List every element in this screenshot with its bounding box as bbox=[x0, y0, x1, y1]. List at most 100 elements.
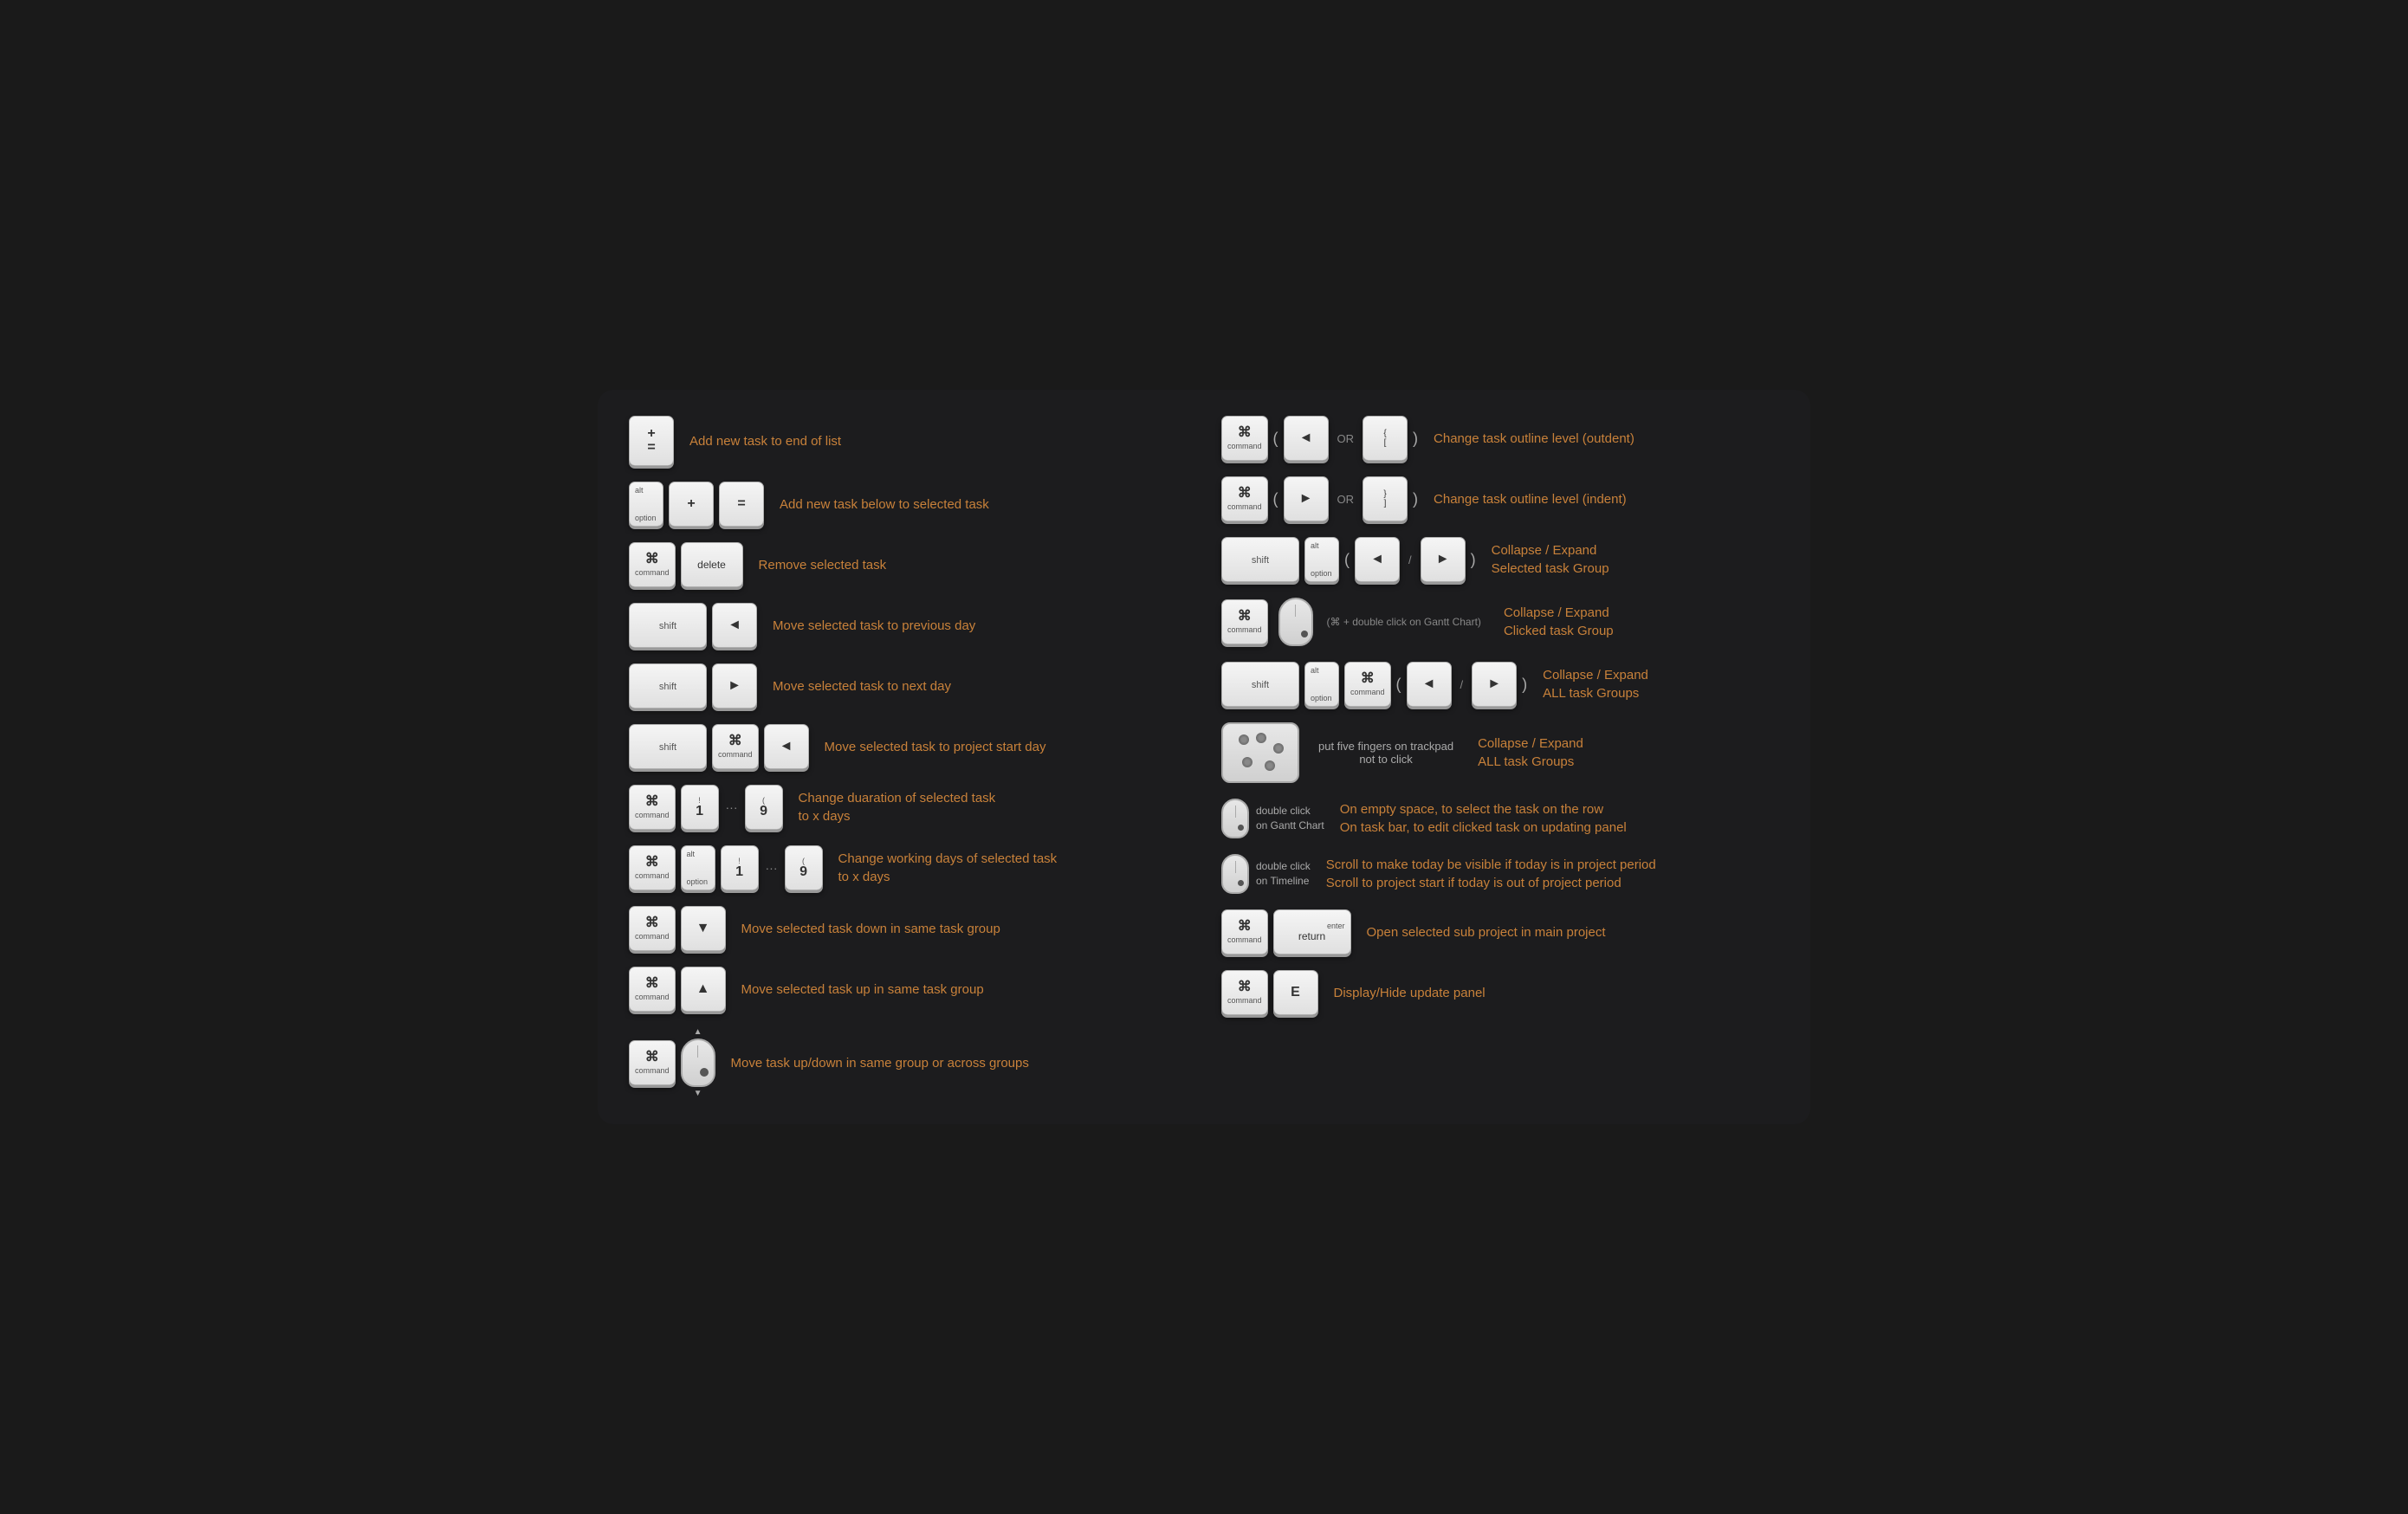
key-cmd-down: ⌘ command bbox=[629, 906, 676, 951]
mouse-label-gantt: double clickon Gantt Chart bbox=[1256, 804, 1324, 833]
key-delete: delete bbox=[681, 542, 743, 587]
keys-duration: ⌘ command ! 1 ··· ( 9 bbox=[629, 785, 783, 830]
key-right-collapse-sel: ► bbox=[1421, 537, 1466, 582]
key-plus-equals: + = bbox=[629, 416, 674, 466]
key-cmd-remove: ⌘ command bbox=[629, 542, 676, 587]
mouse-updown-group: ▲ ▼ bbox=[681, 1027, 715, 1098]
desc-collapse-all: Collapse / ExpandALL task Groups bbox=[1543, 666, 1648, 702]
desc-collapse-selected: Collapse / ExpandSelected task Group bbox=[1492, 541, 1609, 578]
keys-next-day: shift ► bbox=[629, 663, 757, 708]
key-cmd-up: ⌘ command bbox=[629, 967, 676, 1012]
desc-add-end: Add new task to end of list bbox=[689, 432, 841, 450]
keys-open-sub: ⌘ command enter return bbox=[1221, 909, 1351, 954]
key-1-working: ! 1 bbox=[721, 845, 759, 890]
keys-add-below: alt option + = bbox=[629, 482, 764, 527]
shortcut-collapse-selected: shift alt option ( ◄ / ► ) Collapse / Ex… bbox=[1221, 537, 1779, 582]
keys-outdent: ⌘ command ( ◄ OR { [ ) bbox=[1221, 416, 1418, 461]
trackpad-icon bbox=[1221, 722, 1299, 783]
shortcut-dbl-gantt: double clickon Gantt Chart On empty spac… bbox=[1221, 799, 1779, 838]
desc-remove: Remove selected task bbox=[759, 556, 887, 574]
shortcut-mouse-move: ⌘ command ▲ ▼ Move task up/down in same … bbox=[629, 1027, 1187, 1098]
keys-indent: ⌘ command ( ► OR } ] ) bbox=[1221, 476, 1418, 521]
key-9-duration: ( 9 bbox=[745, 785, 783, 830]
shortcut-display-hide: ⌘ command E Display/Hide update panel bbox=[1221, 970, 1779, 1015]
key-cmd-display: ⌘ command bbox=[1221, 970, 1268, 1015]
keys-collapse-all: shift alt option ⌘ command ( ◄ / ► bbox=[1221, 662, 1527, 707]
key-cmd-working: ⌘ command bbox=[629, 845, 676, 890]
keys-remove: ⌘ command delete bbox=[629, 542, 743, 587]
shortcut-move-up: ⌘ command ▲ Move selected task up in sam… bbox=[629, 967, 1187, 1012]
key-left-outdent: ◄ bbox=[1284, 416, 1329, 461]
left-column: + = Add new task to end of list alt opti… bbox=[629, 416, 1187, 1098]
key-cmd-start: ⌘ command bbox=[712, 724, 759, 769]
ellipsis-working: ··· bbox=[766, 861, 778, 875]
shortcut-trackpad: put five fingers on trackpadnot to click… bbox=[1221, 722, 1779, 783]
key-right-indent: ► bbox=[1284, 476, 1329, 521]
key-left-collapse-all: ◄ bbox=[1407, 662, 1452, 707]
trackpad-extra-text: put five fingers on trackpadnot to click bbox=[1318, 740, 1453, 766]
desc-dbl-timeline: Scroll to make today be visible if today… bbox=[1326, 856, 1656, 892]
key-9-working: ( 9 bbox=[785, 845, 823, 890]
key-up-arrow: ▲ bbox=[681, 967, 726, 1012]
key-right-collapse-all: ► bbox=[1472, 662, 1517, 707]
desc-trackpad: Collapse / ExpandALL task Groups bbox=[1478, 734, 1583, 771]
shortcuts-container: + = Add new task to end of list alt opti… bbox=[598, 390, 1810, 1124]
key-shift-start: shift bbox=[629, 724, 707, 769]
key-cmd-indent: ⌘ command bbox=[1221, 476, 1268, 521]
key-shift-prev: shift bbox=[629, 603, 707, 648]
keys-move-up: ⌘ command ▲ bbox=[629, 967, 726, 1012]
shortcut-remove: ⌘ command delete Remove selected task bbox=[629, 542, 1187, 587]
desc-outdent: Change task outline level (outdent) bbox=[1434, 430, 1634, 448]
shortcut-outdent: ⌘ command ( ◄ OR { [ ) Change task outli… bbox=[1221, 416, 1779, 461]
key-curly-outdent: { [ bbox=[1363, 416, 1408, 461]
desc-project-start: Move selected task to project start day bbox=[825, 738, 1046, 756]
shortcut-working-days: ⌘ command alt option ! 1 ··· ( 9 Change … bbox=[629, 845, 1187, 890]
key-e: E bbox=[1273, 970, 1318, 1015]
key-alt-collapse-all: alt option bbox=[1304, 662, 1339, 707]
keys-mouse-move: ⌘ command ▲ ▼ bbox=[629, 1027, 715, 1098]
shortcut-add-end: + = Add new task to end of list bbox=[629, 416, 1187, 466]
shortcut-dbl-timeline: double clickon Timeline Scroll to make t… bbox=[1221, 854, 1779, 894]
mouse-icon-collapse-click bbox=[1278, 598, 1313, 646]
key-shift-next: shift bbox=[629, 663, 707, 708]
key-right-arrow-next: ► bbox=[712, 663, 757, 708]
desc-display-hide: Display/Hide update panel bbox=[1334, 984, 1486, 1002]
key-shift-collapse-all: shift bbox=[1221, 662, 1299, 707]
desc-move-down: Move selected task down in same task gro… bbox=[741, 920, 1000, 938]
keys-working-days: ⌘ command alt option ! 1 ··· ( 9 bbox=[629, 845, 823, 890]
desc-open-sub: Open selected sub project in main projec… bbox=[1367, 923, 1606, 941]
desc-add-below: Add new task below to selected task bbox=[780, 495, 989, 514]
shortcut-collapse-clicked: ⌘ command (⌘ + double click on Gantt Cha… bbox=[1221, 598, 1779, 646]
key-down-arrow: ▼ bbox=[681, 906, 726, 951]
key-left-collapse-sel: ◄ bbox=[1355, 537, 1400, 582]
desc-dbl-gantt: On empty space, to select the task on th… bbox=[1340, 800, 1627, 837]
desc-duration: Change duaration of selected taskto x da… bbox=[799, 789, 996, 825]
mouse-label-timeline: double clickon Timeline bbox=[1256, 859, 1311, 889]
shortcut-indent: ⌘ command ( ► OR } ] ) Change task outli… bbox=[1221, 476, 1779, 521]
mouse-icon-timeline bbox=[1221, 854, 1249, 894]
key-cmd-mouse: ⌘ command bbox=[629, 1040, 676, 1085]
shortcut-move-down: ⌘ command ▼ Move selected task down in s… bbox=[629, 906, 1187, 951]
key-cmd-sub: ⌘ command bbox=[1221, 909, 1268, 954]
desc-collapse-clicked: Collapse / ExpandClicked task Group bbox=[1504, 604, 1614, 640]
key-alt-collapse-sel: alt option bbox=[1304, 537, 1339, 582]
key-plus: + bbox=[669, 482, 714, 527]
desc-indent: Change task outline level (indent) bbox=[1434, 490, 1627, 508]
desc-prev-day: Move selected task to previous day bbox=[773, 617, 975, 635]
shortcut-project-start: shift ⌘ command ◄ Move selected task to … bbox=[629, 724, 1187, 769]
keys-add-end: + = bbox=[629, 416, 674, 466]
key-enter-return: enter return bbox=[1273, 909, 1351, 954]
keys-project-start: shift ⌘ command ◄ bbox=[629, 724, 809, 769]
keys-collapse-selected: shift alt option ( ◄ / ► ) bbox=[1221, 537, 1476, 582]
key-1-duration: ! 1 bbox=[681, 785, 719, 830]
key-equals: = bbox=[719, 482, 764, 527]
mouse-icon-move bbox=[681, 1038, 715, 1087]
keys-move-down: ⌘ command ▼ bbox=[629, 906, 726, 951]
key-cmd-collapse-all: ⌘ command bbox=[1344, 662, 1391, 707]
shortcut-collapse-all: shift alt option ⌘ command ( ◄ / ► bbox=[1221, 662, 1779, 707]
shortcut-duration: ⌘ command ! 1 ··· ( 9 Change duaration o… bbox=[629, 785, 1187, 830]
right-column: ⌘ command ( ◄ OR { [ ) Change task outli… bbox=[1221, 416, 1779, 1098]
key-alt-working: alt option bbox=[681, 845, 715, 890]
mouse-icon-gantt bbox=[1221, 799, 1249, 838]
desc-mouse-move: Move task up/down in same group or acros… bbox=[731, 1054, 1029, 1072]
